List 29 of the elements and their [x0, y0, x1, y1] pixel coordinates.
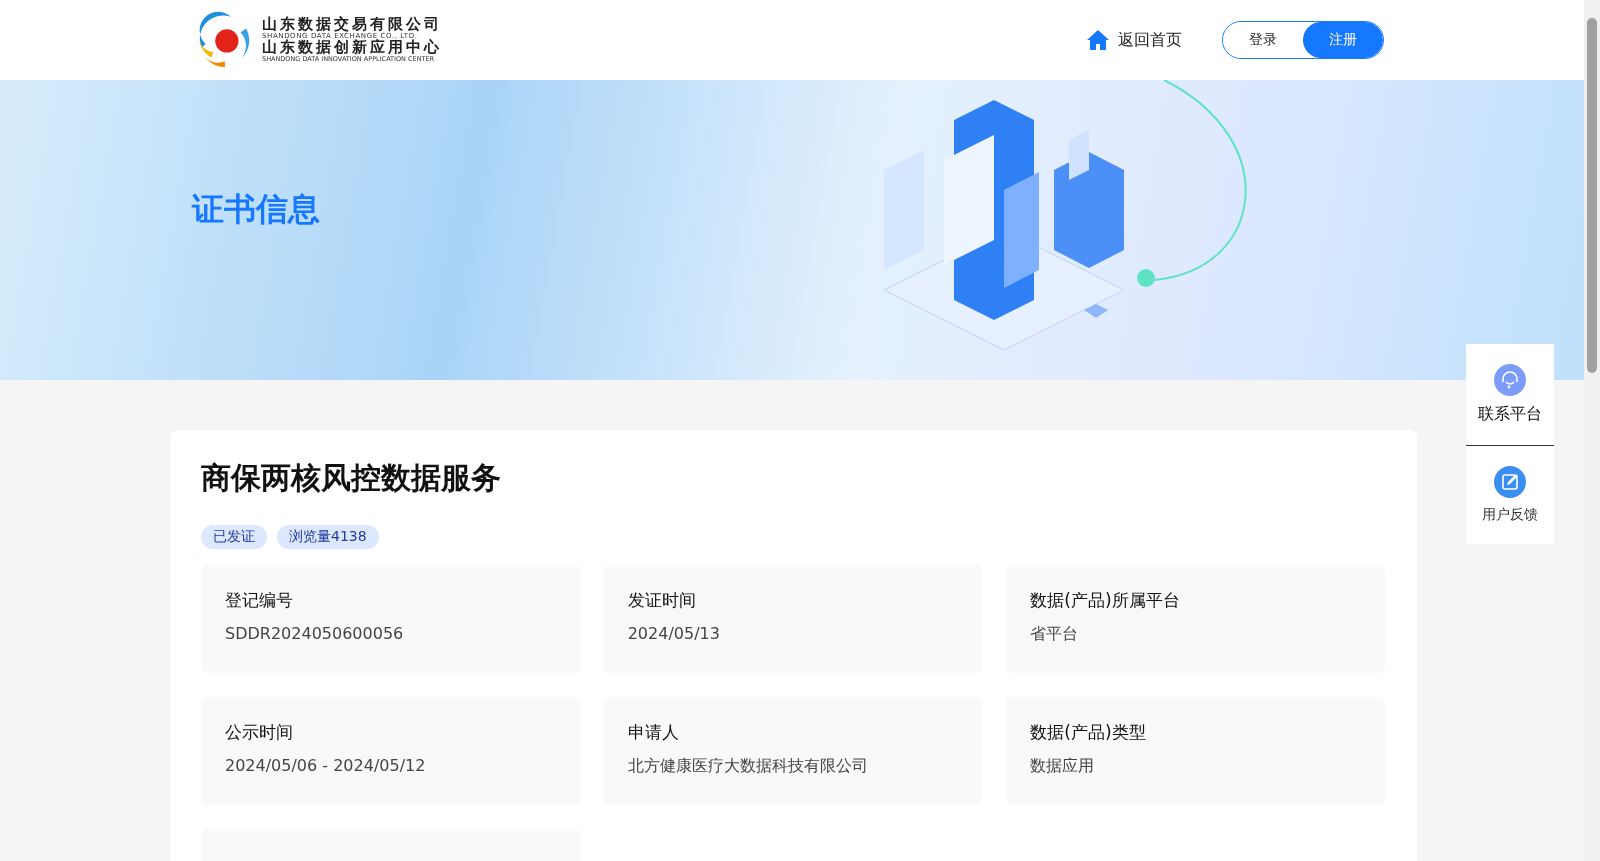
- field-label: 发证时间: [627, 589, 697, 612]
- scrollbar[interactable]: [1584, 0, 1600, 861]
- home-link-text[interactable]: 返回首页: [1118, 29, 1182, 51]
- field-value: 省平台: [1030, 624, 1080, 645]
- side-item[interactable]: 联系平台: [1466, 344, 1554, 446]
- side-item[interactable]: 用户反馈: [1466, 446, 1554, 544]
- field-value: SDDR2024050600056: [225, 624, 405, 643]
- center-name: 山东数据创新应用中心: [262, 40, 442, 56]
- tag: 浏览量4138: [277, 525, 379, 549]
- home-link[interactable]: 返回首页: [1086, 29, 1182, 51]
- company-name: 山东数据交易有限公司: [262, 17, 442, 33]
- home-icon: [1086, 29, 1110, 51]
- field-value: 2024/05/13: [627, 624, 721, 643]
- banner-title: 证书信息: [192, 189, 320, 230]
- field-value: 北方健康医疗大数据科技有限公司: [627, 756, 869, 777]
- field-label: 登记编号: [225, 589, 294, 612]
- certificate-title: 商保两核风控数据服务: [201, 459, 502, 497]
- field-label: 数据(产品)类型: [1030, 721, 1147, 744]
- tag: 已发证: [201, 525, 267, 549]
- field-value: 2024/05/06 - 2024/05/12: [225, 756, 427, 775]
- side-item-label[interactable]: 用户反馈: [1482, 506, 1538, 524]
- side-item-label[interactable]: 联系平台: [1478, 404, 1542, 425]
- field-label: 公示时间: [225, 721, 294, 744]
- field-value: 数据应用: [1030, 756, 1096, 777]
- field-label: 申请人: [627, 721, 680, 744]
- register-button[interactable]: 注册: [1303, 22, 1383, 58]
- edit-icon: [1494, 466, 1526, 498]
- field-label: 数据(产品)所属平台: [1030, 589, 1181, 612]
- headset-icon: [1494, 364, 1526, 396]
